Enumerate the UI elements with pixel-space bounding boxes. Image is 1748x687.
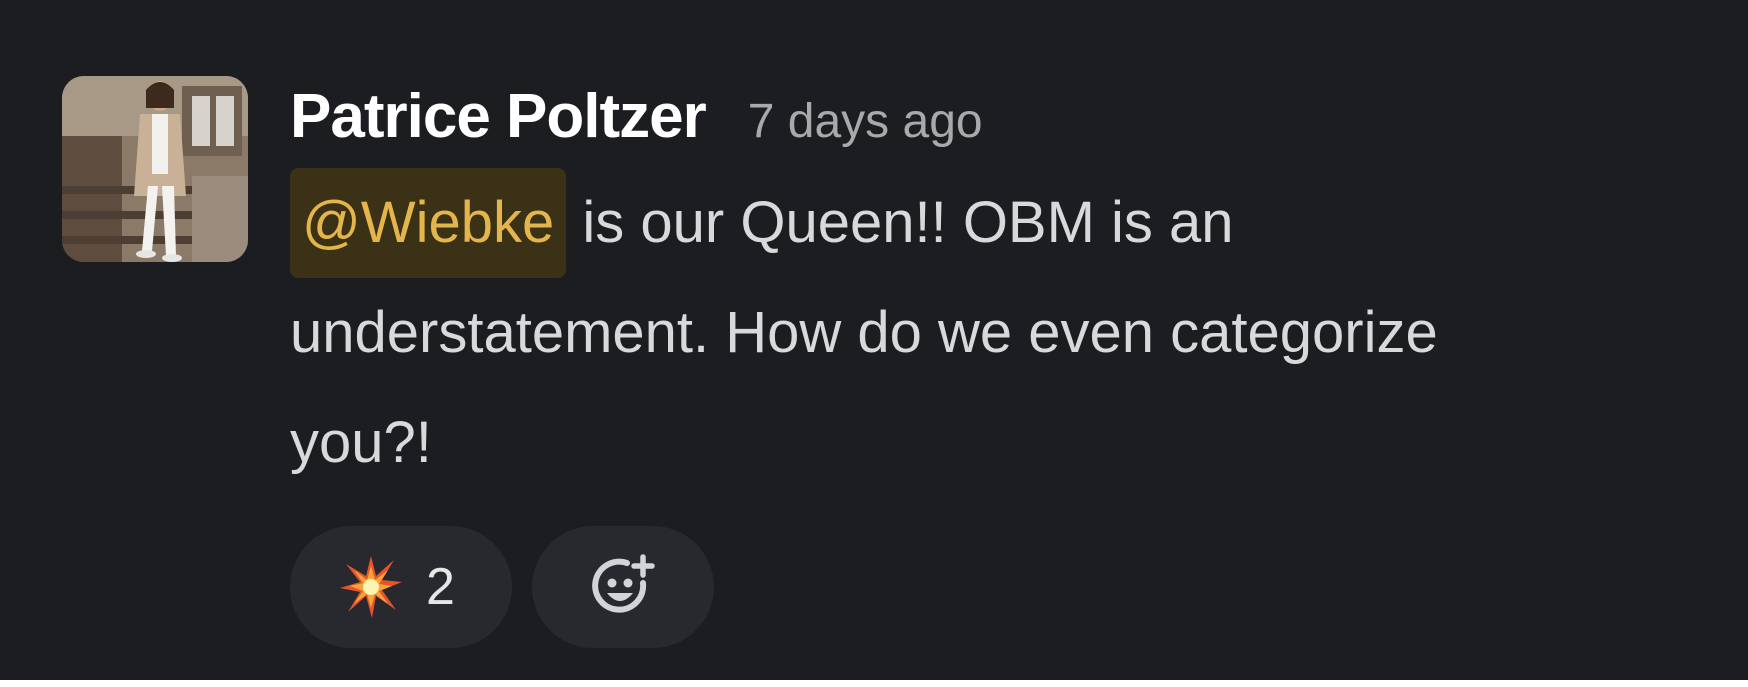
user-mention[interactable]: @Wiebke xyxy=(290,168,567,278)
message-body: @Wiebke is our Queen!! OBM is an underst… xyxy=(290,168,1580,498)
reaction-collision[interactable]: 2 xyxy=(290,526,512,648)
collision-icon xyxy=(340,556,402,618)
avatar[interactable] xyxy=(62,76,248,262)
message-panel: Patrice Poltzer 7 days ago @Wiebke is ou… xyxy=(0,0,1748,680)
author-name[interactable]: Patrice Poltzer xyxy=(290,76,707,158)
message-content: Patrice Poltzer 7 days ago @Wiebke is ou… xyxy=(290,76,1690,648)
message-header: Patrice Poltzer 7 days ago xyxy=(290,76,1690,158)
add-reaction-button[interactable] xyxy=(532,526,714,648)
reactions-bar: 2 xyxy=(290,526,1690,648)
reaction-count: 2 xyxy=(426,558,455,616)
add-reaction-icon xyxy=(592,554,655,613)
message-timestamp[interactable]: 7 days ago xyxy=(748,81,983,163)
user-photo-avatar xyxy=(62,76,248,262)
